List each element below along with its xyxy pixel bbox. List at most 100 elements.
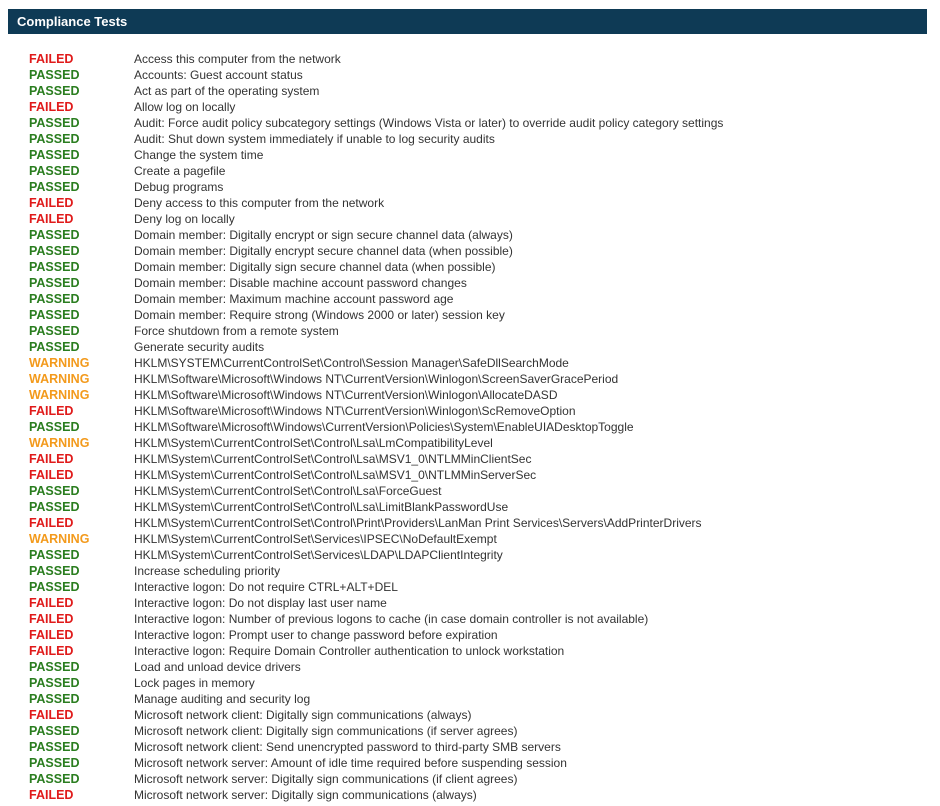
test-row: FAILED Access this computer from the netw… — [29, 51, 929, 67]
test-name: HKLM\System\CurrentControlSet\Services\L… — [134, 548, 503, 562]
test-row: PASSED HKLM\System\CurrentControlSet\Cont… — [29, 499, 929, 515]
test-status: PASSED — [29, 324, 80, 338]
test-name: Interactive logon: Do not display last u… — [134, 596, 387, 610]
test-row: FAILED Interactive logon: Prompt user to … — [29, 627, 929, 643]
section-header: Compliance Tests — [8, 9, 927, 34]
test-status: FAILED — [29, 404, 74, 418]
test-name: Domain member: Digitally encrypt or sign… — [134, 228, 513, 242]
test-name: Create a pagefile — [134, 164, 226, 178]
test-row: PASSED Generate security audits — [29, 339, 929, 355]
test-name: Interactive logon: Prompt user to change… — [134, 628, 498, 642]
test-row: FAILED Interactive logon: Do not display … — [29, 595, 929, 611]
test-name: Access this computer from the network — [134, 52, 341, 66]
test-status: WARNING — [29, 388, 90, 402]
test-status: FAILED — [29, 644, 74, 658]
test-status: PASSED — [29, 484, 80, 498]
test-name: Domain member: Digitally encrypt secure … — [134, 244, 513, 258]
test-row: PASSED Act as part of the operating syste… — [29, 83, 929, 99]
test-row: PASSED Create a pagefile — [29, 163, 929, 179]
test-row: PASSED Audit: Force audit policy subcateg… — [29, 115, 929, 131]
test-name: HKLM\Software\Microsoft\Windows NT\Curre… — [134, 404, 576, 418]
test-status: PASSED — [29, 500, 80, 514]
test-status: PASSED — [29, 580, 80, 594]
test-status: FAILED — [29, 708, 74, 722]
test-row: PASSED Accounts: Guest account status — [29, 67, 929, 83]
test-row: PASSED Domain member: Disable machine acc… — [29, 275, 929, 291]
test-row: FAILED Interactive logon: Number of previ… — [29, 611, 929, 627]
section-title: Compliance Tests — [17, 14, 128, 29]
test-name: Domain member: Digitally sign secure cha… — [134, 260, 496, 274]
test-row: FAILED Allow log on locally — [29, 99, 929, 115]
test-name: Increase scheduling priority — [134, 564, 281, 578]
test-status: PASSED — [29, 260, 80, 274]
test-name: Interactive logon: Number of previous lo… — [134, 612, 649, 626]
test-name: Allow log on locally — [134, 100, 236, 114]
test-row: FAILED Deny access to this computer from … — [29, 195, 929, 211]
test-status: FAILED — [29, 788, 74, 802]
test-status: WARNING — [29, 532, 90, 546]
test-row: PASSED Increase scheduling priority — [29, 563, 929, 579]
test-name: HKLM\System\CurrentControlSet\Control\Ls… — [134, 452, 532, 466]
test-row: PASSED Microsoft network server: Digitall… — [29, 771, 929, 787]
test-name: HKLM\System\CurrentControlSet\Control\Ls… — [134, 484, 442, 498]
test-name: Microsoft network client: Send unencrypt… — [134, 740, 561, 754]
test-status: WARNING — [29, 436, 90, 450]
test-status: PASSED — [29, 340, 80, 354]
test-name: Domain member: Require strong (Windows 2… — [134, 308, 505, 322]
test-status: FAILED — [29, 100, 74, 114]
test-row: PASSED HKLM\Software\Microsoft\Windows\Cu… — [29, 419, 929, 435]
test-status: PASSED — [29, 660, 80, 674]
test-row: FAILED HKLM\System\CurrentControlSet\Cont… — [29, 451, 929, 467]
test-row: PASSED Microsoft network client: Digitall… — [29, 723, 929, 739]
test-name: Microsoft network server: Digitally sign… — [134, 772, 518, 786]
test-row: PASSED Interactive logon: Do not require … — [29, 579, 929, 595]
test-row: PASSED HKLM\System\CurrentControlSet\Cont… — [29, 483, 929, 499]
test-name: Audit: Force audit policy subcategory se… — [134, 116, 724, 130]
test-name: Domain member: Maximum machine account p… — [134, 292, 454, 306]
test-status: PASSED — [29, 180, 80, 194]
test-name: HKLM\Software\Microsoft\Windows NT\Curre… — [134, 372, 619, 386]
test-name: Lock pages in memory — [134, 676, 255, 690]
test-name: HKLM\SYSTEM\CurrentControlSet\Control\Se… — [134, 356, 569, 370]
test-row: PASSED Manage auditing and security log — [29, 691, 929, 707]
test-status: PASSED — [29, 420, 80, 434]
test-name: Manage auditing and security log — [134, 692, 311, 706]
test-name: Microsoft network client: Digitally sign… — [134, 724, 518, 738]
test-status: PASSED — [29, 244, 80, 258]
test-row: PASSED Domain member: Require strong (Win… — [29, 307, 929, 323]
test-status: FAILED — [29, 468, 74, 482]
test-status: PASSED — [29, 564, 80, 578]
test-status: PASSED — [29, 756, 80, 770]
test-status: PASSED — [29, 740, 80, 754]
test-name: HKLM\System\CurrentControlSet\Control\Ls… — [134, 468, 537, 482]
test-name: Change the system time — [134, 148, 264, 162]
test-row: WARNING HKLM\Software\Microsoft\Windows N… — [29, 371, 929, 387]
test-status: PASSED — [29, 132, 80, 146]
test-status: PASSED — [29, 692, 80, 706]
test-status: FAILED — [29, 612, 74, 626]
test-status: PASSED — [29, 276, 80, 290]
test-name: Interactive logon: Do not require CTRL+A… — [134, 580, 398, 594]
test-row: PASSED Domain member: Digitally encrypt s… — [29, 243, 929, 259]
test-status: PASSED — [29, 228, 80, 242]
test-name: Microsoft network server: Digitally sign… — [134, 788, 477, 802]
test-status: PASSED — [29, 68, 80, 82]
test-row: WARNING HKLM\System\CurrentControlSet\Ser… — [29, 531, 929, 547]
test-row: PASSED Microsoft network server: Amount o… — [29, 755, 929, 771]
test-status: FAILED — [29, 596, 74, 610]
test-status: FAILED — [29, 628, 74, 642]
test-status: PASSED — [29, 676, 80, 690]
test-name: Accounts: Guest account status — [134, 68, 303, 82]
test-row: FAILED HKLM\System\CurrentControlSet\Cont… — [29, 515, 929, 531]
test-name: Generate security audits — [134, 340, 265, 354]
test-row: FAILED HKLM\System\CurrentControlSet\Cont… — [29, 467, 929, 483]
test-status: FAILED — [29, 516, 74, 530]
test-row: PASSED Change the system time — [29, 147, 929, 163]
test-status: PASSED — [29, 772, 80, 786]
test-row: FAILED HKLM\Software\Microsoft\Windows NT… — [29, 403, 929, 419]
test-name: Audit: Shut down system immediately if u… — [134, 132, 495, 146]
test-status: WARNING — [29, 372, 90, 386]
test-name: HKLM\System\CurrentControlSet\Services\I… — [134, 532, 497, 546]
test-row: WARNING HKLM\Software\Microsoft\Windows N… — [29, 387, 929, 403]
test-row: PASSED Domain member: Digitally encrypt o… — [29, 227, 929, 243]
